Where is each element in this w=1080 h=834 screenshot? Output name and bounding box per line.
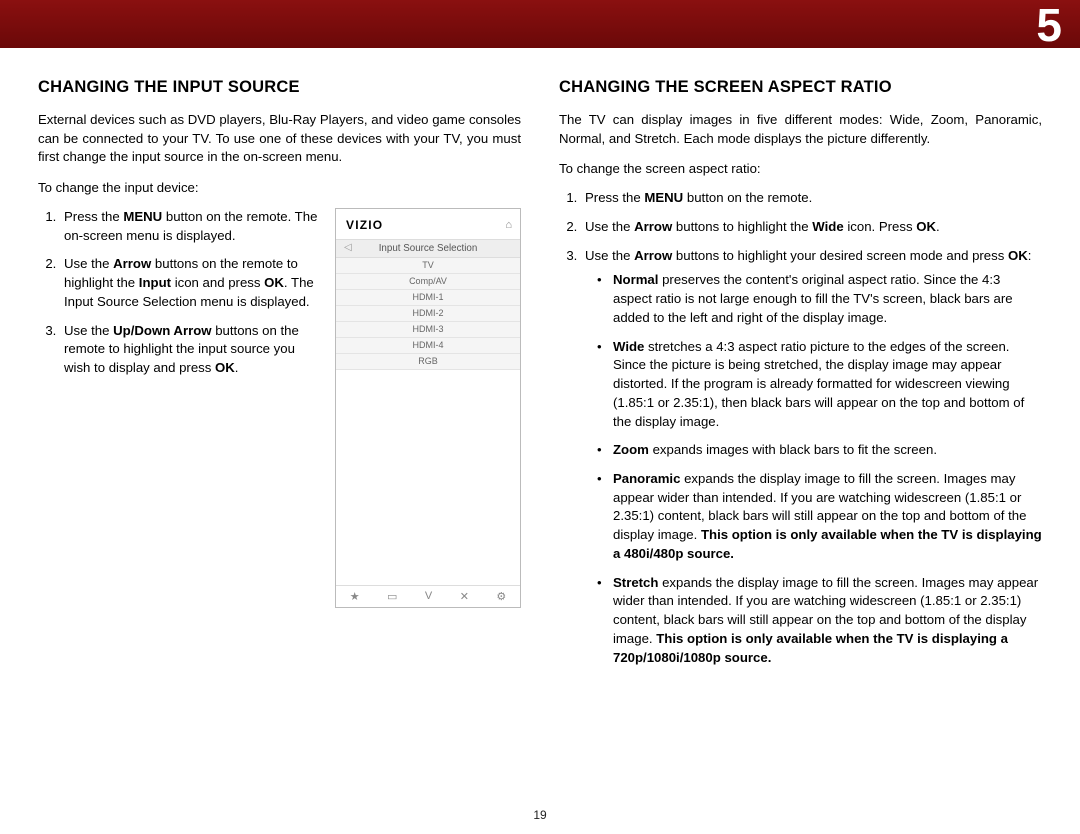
page-number: 19 <box>0 808 1080 822</box>
left-column: CHANGING THE INPUT SOURCE External devic… <box>38 78 521 677</box>
menu-row: HDMI-3 <box>336 322 520 338</box>
right-step-1: Press the MENU button on the remote. <box>581 189 1042 208</box>
back-arrow-icon: ◁ <box>344 242 352 253</box>
gear-icon: ⚙ <box>496 590 506 603</box>
mode-zoom: Zoom expands images with black bars to f… <box>597 441 1042 460</box>
mode-wide: Wide stretches a 4:3 aspect ratio pictur… <box>597 338 1042 432</box>
vizio-logo: VIZIO <box>346 218 383 232</box>
left-step-2: Use the Arrow buttons on the remote to h… <box>60 255 319 311</box>
chapter-header: 5 <box>0 0 1080 48</box>
right-step-3: Use the Arrow buttons to highlight your … <box>581 247 1042 668</box>
page-body: CHANGING THE INPUT SOURCE External devic… <box>0 48 1080 697</box>
menu-footer: ★ ▭ V ✕ ⚙ <box>336 585 520 607</box>
menu-row: RGB <box>336 354 520 370</box>
menu-row: HDMI-1 <box>336 290 520 306</box>
left-intro: External devices such as DVD players, Bl… <box>38 111 521 167</box>
left-heading: CHANGING THE INPUT SOURCE <box>38 78 521 97</box>
left-lead: To change the input device: <box>38 179 521 198</box>
right-lead: To change the screen aspect ratio: <box>559 160 1042 179</box>
menu-row: TV <box>336 258 520 274</box>
v-icon: V <box>425 590 432 602</box>
menu-screenshot: VIZIO ⌂ ◁ Input Source Selection TV Comp… <box>335 208 521 608</box>
star-icon: ★ <box>350 590 360 603</box>
right-heading: CHANGING THE SCREEN ASPECT RATIO <box>559 78 1042 97</box>
right-column: CHANGING THE SCREEN ASPECT RATIO The TV … <box>559 78 1042 677</box>
mode-panoramic: Panoramic expands the display image to f… <box>597 470 1042 564</box>
close-icon: ✕ <box>460 590 469 603</box>
menu-title-row: ◁ Input Source Selection <box>336 240 520 258</box>
menu-row: HDMI-4 <box>336 338 520 354</box>
left-steps: Press the MENU button on the remote. The… <box>38 208 319 378</box>
right-steps: Press the MENU button on the remote. Use… <box>559 189 1042 667</box>
mode-normal: Normal preserves the content's original … <box>597 271 1042 327</box>
aspect-modes-list: Normal preserves the content's original … <box>585 271 1042 667</box>
menu-row: Comp/AV <box>336 274 520 290</box>
mode-stretch: Stretch expands the display image to fil… <box>597 574 1042 668</box>
rect-icon: ▭ <box>387 590 397 603</box>
left-step-3: Use the Up/Down Arrow buttons on the rem… <box>60 322 319 378</box>
menu-row: HDMI-2 <box>336 306 520 322</box>
home-icon: ⌂ <box>505 219 512 231</box>
right-step-2: Use the Arrow buttons to highlight the W… <box>581 218 1042 237</box>
left-step-1: Press the MENU button on the remote. The… <box>60 208 319 245</box>
right-intro: The TV can display images in five differ… <box>559 111 1042 148</box>
chapter-number: 5 <box>1036 0 1062 52</box>
